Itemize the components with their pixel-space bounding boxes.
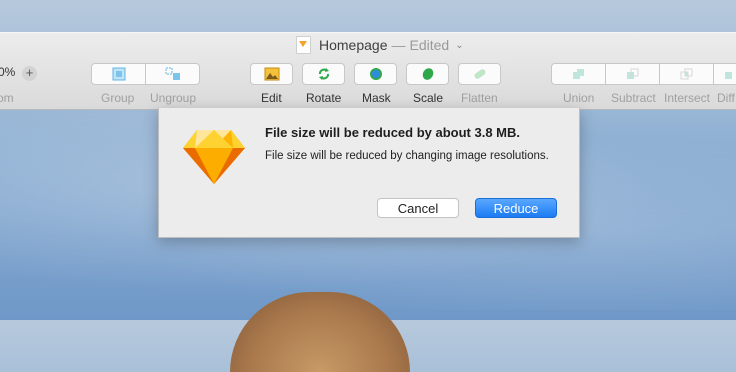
rotate-label: Rotate bbox=[306, 91, 342, 105]
union-button[interactable] bbox=[551, 63, 606, 85]
group-button[interactable] bbox=[91, 63, 146, 85]
difference-button[interactable] bbox=[713, 63, 736, 85]
group-icon bbox=[112, 67, 125, 81]
edit-button[interactable] bbox=[250, 63, 293, 85]
scale-label: Scale bbox=[413, 91, 444, 105]
flatten-button[interactable] bbox=[458, 63, 501, 85]
difference-label: Diff bbox=[717, 91, 735, 105]
scale-icon bbox=[422, 68, 433, 80]
flatten-label: Flatten bbox=[461, 91, 498, 105]
ungroup-button[interactable] bbox=[145, 63, 200, 85]
sketch-app-icon bbox=[183, 130, 245, 184]
flatten-icon bbox=[474, 69, 485, 79]
rotate-icon bbox=[318, 68, 329, 80]
subtract-label: Subtract bbox=[611, 91, 656, 105]
zoom-in-button[interactable]: + bbox=[22, 66, 37, 81]
mask-button[interactable] bbox=[354, 63, 397, 85]
union-icon bbox=[572, 69, 584, 79]
rotate-button[interactable] bbox=[302, 63, 345, 85]
difference-icon bbox=[724, 72, 732, 79]
intersect-label: Intersect bbox=[664, 91, 711, 105]
title-separator: — bbox=[391, 37, 406, 53]
edit-label: Edit bbox=[261, 91, 282, 105]
reduce-file-size-dialog: File size will be reduced by about 3.8 M… bbox=[158, 108, 580, 238]
app-window-toolbar: Homepage — Edited ⌄ 0% + om Group Ungrou… bbox=[0, 32, 736, 110]
chevron-down-icon[interactable]: ⌄ bbox=[455, 40, 463, 51]
toolbar: 0% + om Group Ungroup Edit Rotate Mask S… bbox=[0, 63, 736, 109]
intersect-button[interactable] bbox=[659, 63, 714, 85]
subtract-button[interactable] bbox=[605, 63, 660, 85]
image-edit-icon bbox=[264, 67, 279, 81]
intersect-icon bbox=[680, 68, 692, 80]
mask-icon bbox=[369, 68, 382, 80]
dialog-message: File size will be reduced by changing im… bbox=[265, 150, 549, 162]
document-icon bbox=[296, 36, 311, 54]
zoom-label: om bbox=[0, 91, 14, 105]
document-name: Homepage bbox=[319, 37, 388, 53]
zoom-value: 0% bbox=[0, 65, 16, 79]
ungroup-icon bbox=[165, 67, 180, 80]
scale-button[interactable] bbox=[406, 63, 449, 85]
group-label: Group bbox=[101, 91, 135, 105]
mask-label: Mask bbox=[362, 91, 391, 105]
reduce-button[interactable]: Reduce bbox=[475, 198, 557, 218]
titlebar: Homepage — Edited ⌄ bbox=[0, 33, 736, 57]
union-label: Union bbox=[563, 91, 595, 105]
window-title[interactable]: Homepage — Edited ⌄ bbox=[296, 36, 464, 54]
dialog-title: File size will be reduced by about 3.8 M… bbox=[265, 125, 521, 140]
cancel-button[interactable]: Cancel bbox=[377, 198, 459, 218]
ungroup-label: Ungroup bbox=[150, 91, 197, 105]
subtract-icon bbox=[626, 68, 638, 79]
document-status: Edited bbox=[409, 37, 450, 53]
